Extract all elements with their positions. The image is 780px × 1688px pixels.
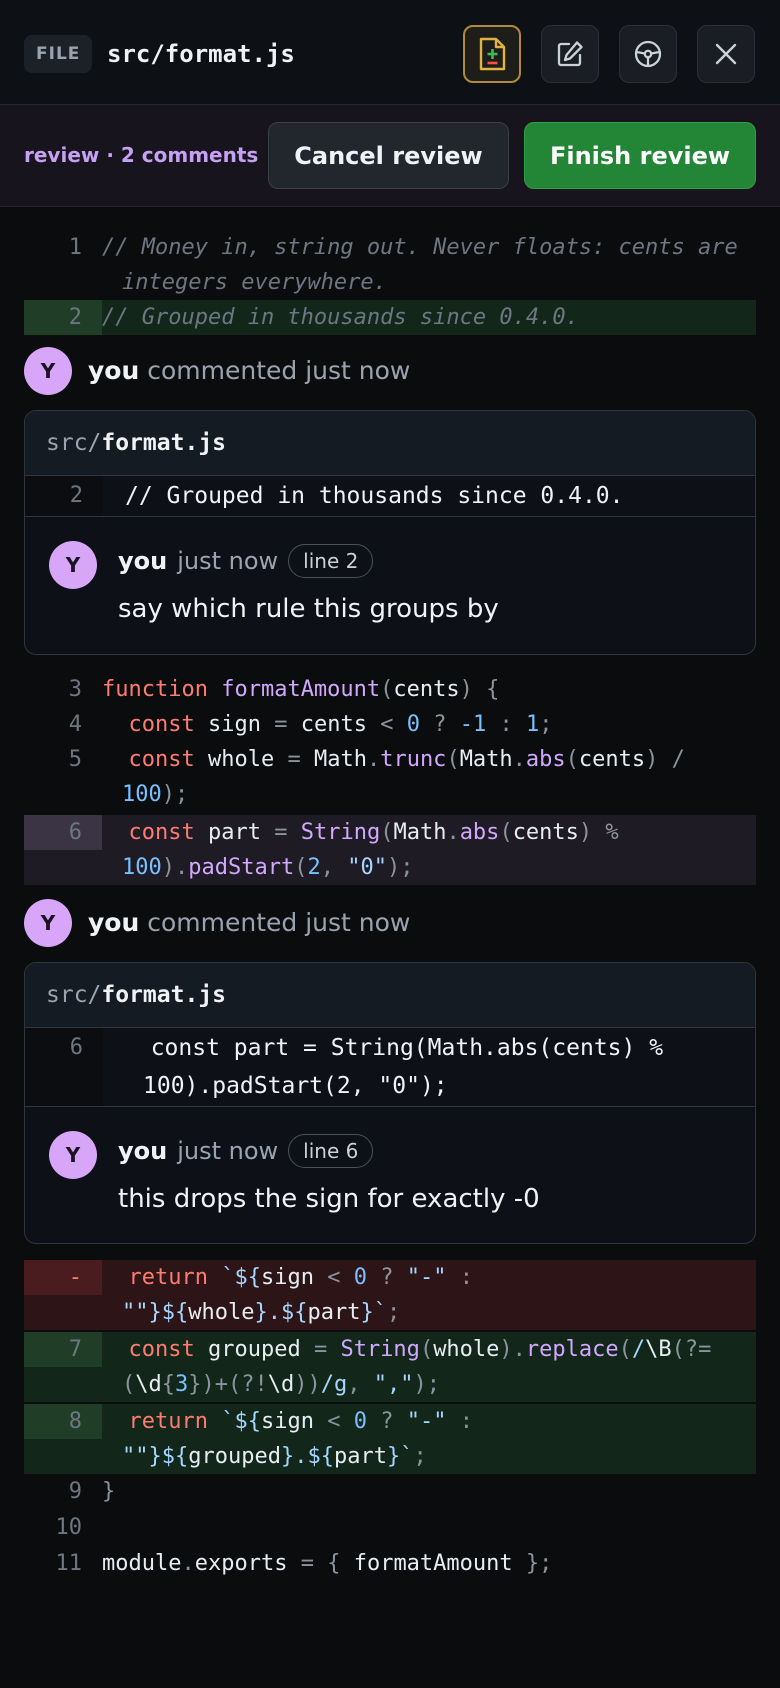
- line-text: module.exports = { formatAmount };: [102, 1551, 553, 1576]
- line-reference-pill[interactable]: line 6: [288, 1134, 374, 1168]
- comment-snippet: 2 // Grouped in thousands since 0.4.0.: [25, 476, 755, 517]
- line-number: -: [24, 1260, 102, 1295]
- code-line-1[interactable]: 1 // Money in, string out. Never floats:…: [24, 230, 756, 300]
- comment-thread-header: Y you commented just now: [24, 899, 756, 947]
- card-file-name: format.js: [101, 430, 227, 456]
- finish-review-button[interactable]: Finish review: [524, 122, 756, 189]
- comment-meta: you just now line 6: [118, 1133, 374, 1169]
- line-text: const part = String(Math.abs(cents) % 10…: [122, 820, 619, 880]
- line-text: const sign = cents < 0 ? -1 : 1;: [128, 712, 553, 737]
- edit-icon: [557, 41, 583, 67]
- review-status: review · 2 comments: [24, 143, 259, 167]
- edit-button[interactable]: [541, 25, 599, 83]
- code-line-2[interactable]: 2 // Grouped in thousands since 0.4.0.: [24, 300, 756, 335]
- file-path: src/format.js: [107, 40, 295, 68]
- comment-body: Y you just now line 6 this drops the sig…: [25, 1107, 755, 1241]
- comment-text: say which rule this groups by: [118, 594, 499, 624]
- card-file-name: format.js: [101, 982, 227, 1008]
- code-line-7[interactable]: 7 const grouped = String(whole).replace(…: [24, 1332, 756, 1402]
- avatar: Y: [49, 541, 97, 589]
- line-text: function formatAmount(cents) {: [102, 677, 500, 702]
- line-number: 11: [55, 1551, 83, 1576]
- card-file-dir: src/: [46, 430, 102, 456]
- comment-meta: you just now line 2: [118, 543, 374, 579]
- code-line-3[interactable]: 3 function formatAmount(cents) {: [24, 672, 756, 707]
- comment-author: you: [118, 1137, 168, 1165]
- comment-thread-header: Y you commented just now: [24, 347, 756, 395]
- comment-author: you: [88, 908, 140, 937]
- file-header: FILE src/format.js: [0, 0, 780, 105]
- card-file-dir: src/: [46, 982, 102, 1008]
- line-number: 3: [68, 677, 82, 702]
- comment-action: commented just now: [147, 908, 411, 937]
- card-file-path: src/format.js: [25, 963, 755, 1028]
- steering-wheel-icon: [634, 40, 662, 68]
- line-number: 2: [24, 300, 102, 335]
- line-number: 5: [68, 747, 82, 772]
- comment-header-text: you commented just now: [88, 355, 410, 387]
- line-number: 9: [68, 1479, 82, 1504]
- line-text: // Grouped in thousands since 0.4.0.: [102, 305, 579, 330]
- line-number: 10: [55, 1515, 83, 1540]
- comment-body: Y you just now line 2 say which rule thi…: [25, 517, 755, 651]
- avatar: Y: [49, 1131, 97, 1179]
- review-bar: review · 2 comments Cancel review Finish…: [0, 105, 780, 207]
- line-text: // Money in, string out. Never floats: c…: [102, 235, 752, 295]
- snippet-text: // Grouped in thousands since 0.4.0.: [103, 476, 755, 516]
- code-line-4[interactable]: 4 const sign = cents < 0 ? -1 : 1;: [24, 707, 756, 742]
- comment-action: commented just now: [147, 356, 411, 385]
- line-number: 1: [68, 235, 82, 260]
- line-number: 4: [68, 712, 82, 737]
- code-line-11[interactable]: 11 module.exports = { formatAmount };: [24, 1546, 756, 1581]
- cancel-review-button[interactable]: Cancel review: [268, 122, 509, 189]
- line-text: return `${sign < 0 ? "-" : ""}${whole}.$…: [122, 1265, 473, 1325]
- comment-text: this drops the sign for exactly -0: [118, 1184, 540, 1214]
- line-text: }: [102, 1479, 116, 1504]
- code-line-10[interactable]: 10: [24, 1510, 756, 1545]
- line-text: const grouped = String(whole).replace(/\…: [122, 1337, 712, 1397]
- line-text: return `${sign < 0 ? "-" : ""}${grouped}…: [122, 1409, 473, 1469]
- comment-author: you: [88, 356, 140, 385]
- comment-card: src/format.js 2 // Grouped in thousands …: [24, 410, 756, 655]
- comment-header-text: you commented just now: [88, 907, 410, 939]
- steering-wheel-button[interactable]: [619, 25, 677, 83]
- line-text: const whole = Math.trunc(Math.abs(cents)…: [122, 747, 685, 807]
- code-line-6[interactable]: 6 const part = String(Math.abs(cents) % …: [24, 815, 756, 885]
- comment-author: you: [118, 547, 168, 575]
- file-badge: FILE: [24, 35, 93, 73]
- close-button[interactable]: [697, 25, 755, 83]
- avatar: Y: [24, 899, 72, 947]
- line-number: 6: [24, 815, 102, 850]
- file-diff-icon: [479, 37, 506, 71]
- comment-snippet: 6 const part = String(Math.abs(cents) % …: [25, 1028, 755, 1107]
- line-number: 8: [24, 1404, 102, 1439]
- code-line-8[interactable]: 8 return `${sign < 0 ? "-" : ""}${groupe…: [24, 1404, 756, 1474]
- snippet-text: const part = String(Math.abs(cents) % 10…: [103, 1028, 755, 1106]
- line-reference-pill[interactable]: line 2: [288, 544, 374, 578]
- comment-card: src/format.js 6 const part = String(Math…: [24, 962, 756, 1244]
- code-line-9[interactable]: 9 }: [24, 1474, 756, 1509]
- comment-time: just now: [177, 547, 279, 575]
- file-diff-button[interactable]: [463, 25, 521, 83]
- card-file-path: src/format.js: [25, 411, 755, 476]
- snippet-line-number: 2: [69, 483, 83, 508]
- code-line-removed[interactable]: - return `${sign < 0 ? "-" : ""}${whole}…: [24, 1260, 756, 1330]
- avatar: Y: [24, 347, 72, 395]
- line-number: 7: [24, 1332, 102, 1367]
- snippet-line-number: 6: [69, 1035, 83, 1060]
- code-line-5[interactable]: 5 const whole = Math.trunc(Math.abs(cent…: [24, 742, 756, 812]
- comment-time: just now: [177, 1137, 279, 1165]
- close-icon: [715, 43, 737, 65]
